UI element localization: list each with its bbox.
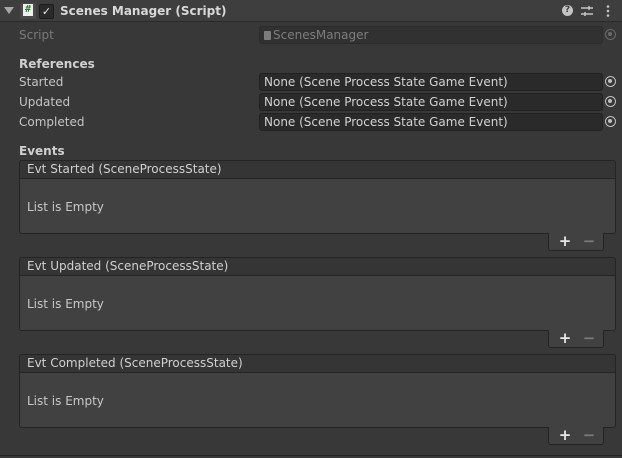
evt-started-body: List is Empty xyxy=(19,179,616,234)
completed-field[interactable]: None (Scene Process State Game Event) xyxy=(259,113,603,131)
enable-checkbox[interactable]: ✓ xyxy=(39,4,54,19)
evt-completed-remove-button[interactable]: − xyxy=(579,427,599,443)
evt-completed-footer: + − xyxy=(548,427,604,445)
script-picker-icon xyxy=(605,29,616,40)
evt-started-empty-text: List is Empty xyxy=(27,200,104,214)
events-header: Events xyxy=(19,144,65,158)
references-header: References xyxy=(19,57,95,71)
script-field: ScenesManager xyxy=(259,26,603,44)
foldout-arrow-icon[interactable] xyxy=(4,7,14,14)
evt-updated-add-button[interactable]: + xyxy=(555,330,575,346)
updated-field[interactable]: None (Scene Process State Game Event) xyxy=(259,93,603,111)
evt-updated-empty-text: List is Empty xyxy=(27,297,104,311)
evt-started-remove-button[interactable]: − xyxy=(579,233,599,249)
evt-updated-header[interactable]: Evt Updated (SceneProcessState) xyxy=(19,257,616,276)
completed-picker-icon[interactable] xyxy=(605,116,616,127)
evt-completed-empty-text: List is Empty xyxy=(27,394,104,408)
updated-label: Updated xyxy=(19,95,71,109)
evt-updated-footer: + − xyxy=(548,330,604,348)
help-icon[interactable]: ? xyxy=(561,4,575,18)
component-header[interactable]: # ✓ Scenes Manager (Script) ? xyxy=(0,0,622,22)
evt-updated-body: List is Empty xyxy=(19,276,616,331)
completed-label: Completed xyxy=(19,115,85,129)
evt-started-header[interactable]: Evt Started (SceneProcessState) xyxy=(19,160,616,179)
started-label: Started xyxy=(19,75,64,89)
updated-picker-icon[interactable] xyxy=(605,96,616,107)
presets-icon[interactable] xyxy=(580,4,594,18)
script-field-value: ScenesManager xyxy=(273,28,369,42)
evt-completed-add-button[interactable]: + xyxy=(555,427,575,443)
script-label: Script xyxy=(19,28,54,42)
component-title: Scenes Manager (Script) xyxy=(60,4,227,18)
evt-started-add-button[interactable]: + xyxy=(555,233,575,249)
script-file-icon xyxy=(264,31,271,40)
started-picker-icon[interactable] xyxy=(605,76,616,87)
evt-updated-remove-button[interactable]: − xyxy=(579,330,599,346)
started-field[interactable]: None (Scene Process State Game Event) xyxy=(259,73,603,91)
bottom-divider xyxy=(0,455,622,456)
context-menu-icon[interactable] xyxy=(601,4,615,18)
evt-completed-body: List is Empty xyxy=(19,373,616,428)
evt-started-footer: + − xyxy=(548,233,604,251)
script-icon: # xyxy=(20,3,36,19)
evt-completed-header[interactable]: Evt Completed (SceneProcessState) xyxy=(19,354,616,373)
